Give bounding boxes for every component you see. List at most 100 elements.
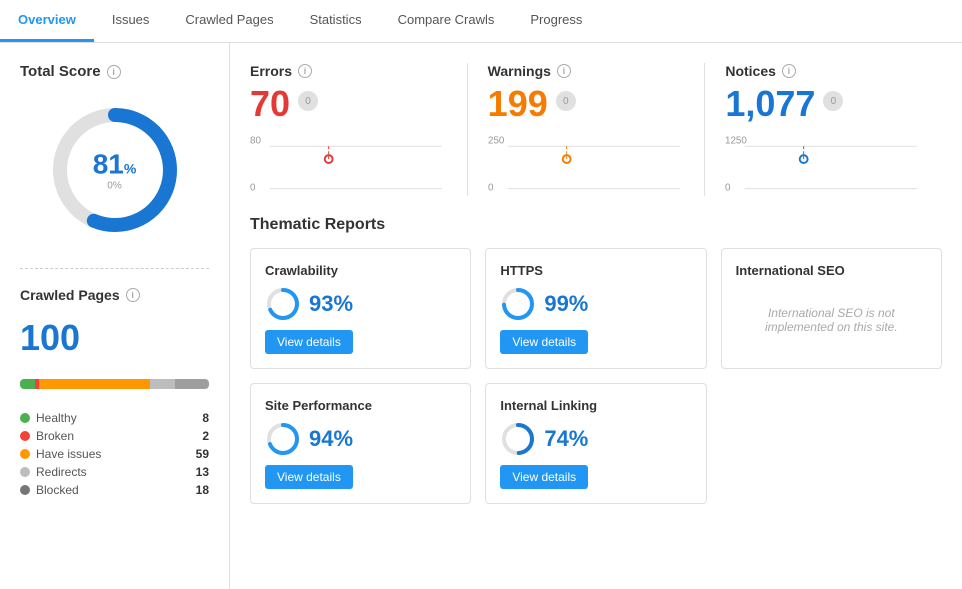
legend-dot (20, 485, 30, 495)
main-content: Total Score i 81% 0% Crawled Pages i 100 (0, 43, 962, 589)
ring-pct: 94% (309, 426, 353, 452)
svg-text:0: 0 (488, 183, 494, 194)
legend-dot (20, 467, 30, 477)
legend-item: Redirects 13 (20, 465, 209, 479)
legend-item: Have issues 59 (20, 447, 209, 461)
legend-count: 59 (196, 447, 209, 461)
mini-chart: 80 0 (250, 131, 447, 196)
report-card-site-performance: Site Performance 94% View details (250, 383, 471, 504)
metric-value: 199 (488, 83, 548, 125)
top-navigation: Overview Issues Crawled Pages Statistics… (0, 0, 962, 43)
donut-center-values: 81% 0% (93, 149, 137, 192)
ring-pct: 74% (544, 426, 588, 452)
ring-value-row: 93% (265, 286, 456, 322)
legend-dot (20, 413, 30, 423)
crawled-pages-title: Crawled Pages i (20, 287, 209, 303)
legend-count: 18 (196, 483, 209, 497)
report-card-title: Internal Linking (500, 398, 691, 413)
metric-box-warnings: Warnings i 199 0 250 0 (468, 63, 706, 196)
report-card-title: International SEO (736, 263, 927, 278)
total-score-label: Total Score (20, 63, 101, 80)
legend-label: Healthy (36, 411, 77, 425)
mini-chart-svg: 80 0 (250, 131, 447, 196)
metric-value-row: 199 0 (488, 83, 685, 125)
ring-pct: 99% (544, 291, 588, 317)
metric-badge: 0 (556, 91, 576, 111)
metric-value: 70 (250, 83, 290, 125)
view-details-button[interactable]: View details (500, 330, 588, 354)
mini-chart: 250 0 (488, 131, 685, 196)
svg-text:0: 0 (725, 183, 731, 194)
empty-grid-slot (721, 383, 942, 504)
score-pct: % (124, 161, 136, 177)
legend-label: Broken (36, 429, 74, 443)
metric-label: Errors i (250, 63, 447, 79)
ring-value-row: 74% (500, 421, 691, 457)
metric-label: Notices i (725, 63, 922, 79)
ring-pct: 93% (309, 291, 353, 317)
ring-svg (500, 421, 536, 457)
nav-crawled-pages[interactable]: Crawled Pages (167, 0, 291, 42)
metric-info-icon[interactable]: i (557, 64, 571, 78)
metric-badge: 0 (823, 91, 843, 111)
metrics-row: Errors i 70 0 80 0 Warnings i 199 0 (250, 63, 942, 196)
crawled-count: 100 (20, 317, 209, 359)
report-card-https: HTTPS 99% View details (485, 248, 706, 369)
metric-box-errors: Errors i 70 0 80 0 (250, 63, 468, 196)
section-divider (20, 268, 209, 269)
pages-progress-bar (20, 379, 209, 389)
total-score-info-icon[interactable]: i (107, 65, 121, 79)
score-prev: 0% (93, 181, 137, 192)
svg-text:0: 0 (250, 183, 256, 194)
report-card-internal-linking: Internal Linking 74% View details (485, 383, 706, 504)
mini-chart: 1250 0 (725, 131, 922, 196)
report-card-international-seo: International SEO International SEO is no… (721, 248, 942, 369)
ring-value-row: 94% (265, 421, 456, 457)
nav-progress[interactable]: Progress (512, 0, 600, 42)
nav-issues[interactable]: Issues (94, 0, 168, 42)
nav-statistics[interactable]: Statistics (292, 0, 380, 42)
legend-label: Redirects (36, 465, 87, 479)
legend-label: Blocked (36, 483, 79, 497)
legend-count: 2 (202, 429, 209, 443)
crawled-pages-info-icon[interactable]: i (126, 288, 140, 302)
left-panel: Total Score i 81% 0% Crawled Pages i 100 (0, 43, 230, 589)
legend-count: 13 (196, 465, 209, 479)
report-card-title: Site Performance (265, 398, 456, 413)
legend-item: Blocked 18 (20, 483, 209, 497)
mini-chart-svg: 1250 0 (725, 131, 922, 196)
view-details-button[interactable]: View details (500, 465, 588, 489)
ring-svg (265, 286, 301, 322)
metric-value: 1,077 (725, 83, 815, 125)
metric-value-row: 1,077 0 (725, 83, 922, 125)
reports-grid: Crawlability 93% View detailsHTTPS 99% V… (250, 248, 942, 504)
legend-dot (20, 449, 30, 459)
metric-box-notices: Notices i 1,077 0 1250 0 (705, 63, 942, 196)
ring-svg (500, 286, 536, 322)
legend-item: Healthy 8 (20, 411, 209, 425)
right-panel: Errors i 70 0 80 0 Warnings i 199 0 (230, 43, 962, 589)
report-card-title: HTTPS (500, 263, 691, 278)
pages-legend: Healthy 8 Broken 2 Have issues 59 Redire… (20, 411, 209, 497)
report-card-crawlability: Crawlability 93% View details (250, 248, 471, 369)
legend-label: Have issues (36, 447, 101, 461)
view-details-button[interactable]: View details (265, 330, 353, 354)
view-details-button[interactable]: View details (265, 465, 353, 489)
metric-info-icon[interactable]: i (782, 64, 796, 78)
svg-text:80: 80 (250, 135, 261, 146)
score-value: 81 (93, 149, 124, 180)
metric-label: Warnings i (488, 63, 685, 79)
legend-item: Broken 2 (20, 429, 209, 443)
mini-chart-svg: 250 0 (488, 131, 685, 196)
svg-text:250: 250 (488, 135, 505, 146)
thematic-reports-title: Thematic Reports (250, 216, 942, 234)
nav-compare-crawls[interactable]: Compare Crawls (380, 0, 513, 42)
intl-seo-note: International SEO is not implemented on … (736, 306, 927, 334)
metric-value-row: 70 0 (250, 83, 447, 125)
ring-value-row: 99% (500, 286, 691, 322)
nav-overview[interactable]: Overview (0, 0, 94, 42)
metric-badge: 0 (298, 91, 318, 111)
metric-info-icon[interactable]: i (298, 64, 312, 78)
report-card-title: Crawlability (265, 263, 456, 278)
legend-dot (20, 431, 30, 441)
